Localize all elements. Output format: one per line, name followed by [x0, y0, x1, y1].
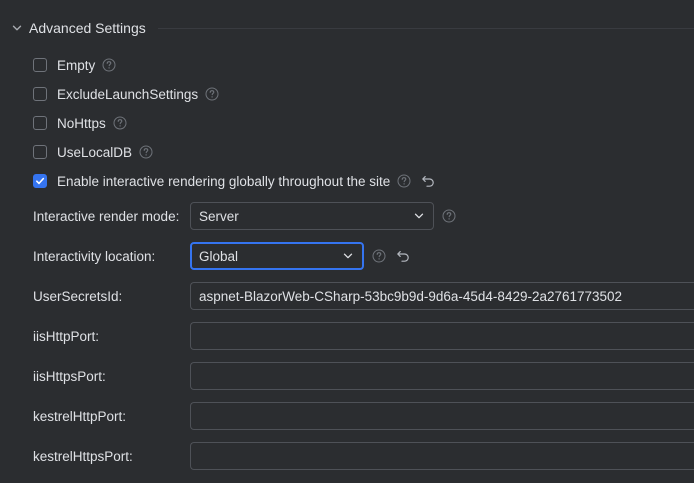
- kestrel-https-port-input[interactable]: [190, 442, 694, 470]
- interactivity-location-row: Interactivity location: Global: [33, 242, 411, 270]
- enable-interactive-rendering-label: Enable interactive rendering globally th…: [57, 173, 391, 189]
- use-local-db-label: UseLocalDB: [57, 144, 133, 160]
- help-icon[interactable]: [396, 173, 412, 189]
- help-icon[interactable]: [204, 86, 220, 102]
- no-https-checkbox[interactable]: [33, 116, 47, 130]
- enable-interactive-rendering-checkbox[interactable]: [33, 174, 47, 188]
- empty-label: Empty: [57, 57, 96, 73]
- exclude-launch-settings-label: ExcludeLaunchSettings: [57, 86, 199, 102]
- interactivity-location-value: Global: [199, 248, 239, 264]
- checkbox-row-no-https[interactable]: NoHttps: [33, 113, 128, 133]
- advanced-settings-panel: Advanced Settings Empty ExcludeLaunchSet…: [0, 0, 694, 483]
- exclude-launch-settings-checkbox[interactable]: [33, 87, 47, 101]
- iis-https-port-row: iisHttpsPort:: [33, 362, 694, 390]
- interactivity-location-label: Interactivity location:: [33, 248, 156, 264]
- iis-http-port-label: iisHttpPort:: [33, 328, 100, 344]
- kestrel-https-port-row: kestrelHttpsPort:: [33, 442, 694, 470]
- user-secrets-id-row: UserSecretsId: aspnet-BlazorWeb-CSharp-5…: [33, 282, 694, 310]
- iis-https-port-input[interactable]: [190, 362, 694, 390]
- chevron-down-icon[interactable]: [10, 21, 24, 35]
- interactivity-location-select[interactable]: Global: [190, 242, 364, 270]
- reset-icon[interactable]: [420, 173, 436, 189]
- section-title: Advanced Settings: [29, 20, 146, 36]
- render-mode-label: Interactive render mode:: [33, 208, 180, 224]
- checkmark-icon: [36, 177, 45, 185]
- section-divider: [157, 27, 694, 29]
- iis-http-port-input[interactable]: [190, 322, 694, 350]
- render-mode-row: Interactive render mode: Server: [33, 202, 457, 230]
- checkbox-row-exclude-launch-settings[interactable]: ExcludeLaunchSettings: [33, 84, 220, 104]
- kestrel-http-port-input[interactable]: [190, 402, 694, 430]
- render-mode-select[interactable]: Server: [190, 202, 434, 230]
- user-secrets-id-input[interactable]: aspnet-BlazorWeb-CSharp-53bc9b9d-9d6a-45…: [190, 282, 694, 310]
- chevron-down-icon: [413, 210, 425, 222]
- iis-https-port-label: iisHttpsPort:: [33, 368, 106, 384]
- iis-http-port-row: iisHttpPort:: [33, 322, 694, 350]
- render-mode-value: Server: [199, 208, 239, 224]
- help-icon[interactable]: [112, 115, 128, 131]
- user-secrets-id-label: UserSecretsId:: [33, 288, 123, 304]
- help-icon[interactable]: [101, 57, 117, 73]
- advanced-settings-header[interactable]: Advanced Settings: [10, 18, 694, 38]
- kestrel-http-port-label: kestrelHttpPort:: [33, 408, 127, 424]
- kestrel-http-port-row: kestrelHttpPort:: [33, 402, 694, 430]
- checkbox-row-enable-interactive-rendering[interactable]: Enable interactive rendering globally th…: [33, 171, 436, 191]
- checkbox-row-empty[interactable]: Empty: [33, 55, 117, 75]
- kestrel-https-port-label: kestrelHttpsPort:: [33, 448, 133, 464]
- use-local-db-checkbox[interactable]: [33, 145, 47, 159]
- checkbox-row-use-local-db[interactable]: UseLocalDB: [33, 142, 154, 162]
- reset-icon[interactable]: [395, 248, 411, 264]
- help-icon[interactable]: [371, 248, 387, 264]
- chevron-down-icon: [342, 250, 354, 262]
- help-icon[interactable]: [138, 144, 154, 160]
- no-https-label: NoHttps: [57, 115, 106, 131]
- empty-checkbox[interactable]: [33, 58, 47, 72]
- help-icon[interactable]: [441, 208, 457, 224]
